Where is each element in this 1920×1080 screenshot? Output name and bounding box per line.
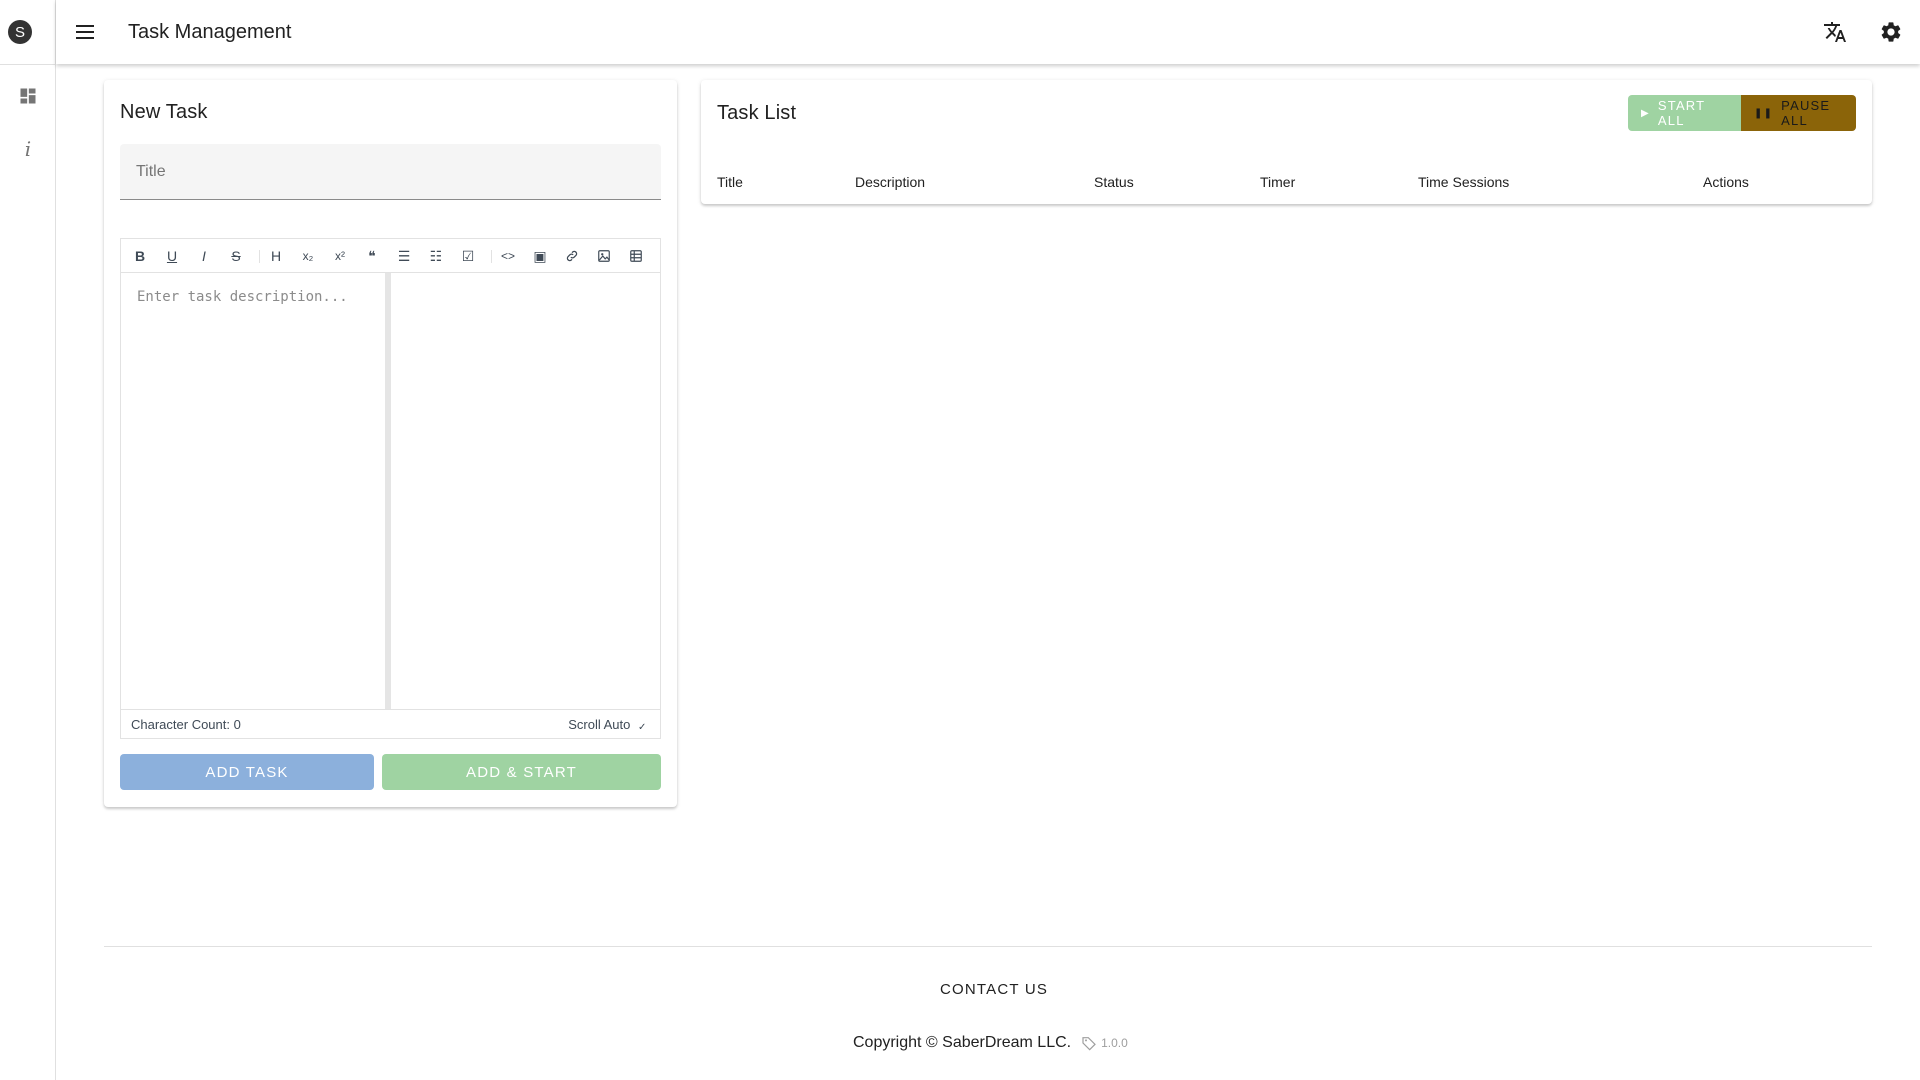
italic-icon[interactable]: I [195,247,213,265]
column-header-timer[interactable]: Timer [1260,174,1295,190]
footer-divider [104,946,1872,947]
character-count-value: 0 [233,717,241,732]
strikethrough-glyph: S [231,248,241,264]
check-icon: ✓ [638,722,647,733]
unordered-list-glyph: ☰ [397,247,411,264]
underline-glyph: U [166,248,178,264]
editor-preview [391,273,660,709]
task-list-glyph: ☑ [461,247,475,264]
strikethrough-icon[interactable]: S [227,247,245,265]
page-title: Task Management [128,21,292,43]
ordered-list-glyph: ☷ [429,247,443,264]
bold-glyph: B [134,248,146,264]
code-glyph: <> [500,249,515,263]
italic-glyph: I [202,248,206,264]
side-rail: S i [0,0,56,1080]
task-list-icon[interactable]: ☑ [459,247,477,265]
superscript-glyph: x² [335,249,345,263]
editor-toolbar: B U I S H x₂ x² ❝ ☰ ☷ ☑ <> ▣ [121,239,660,273]
app-logo[interactable]: S [8,20,32,44]
underline-icon[interactable]: U [163,247,181,265]
info-glyph: i [24,137,32,161]
info-icon[interactable]: i [16,137,40,161]
code-icon[interactable]: <> [499,247,517,265]
column-header-title[interactable]: Title [717,174,743,190]
table-icon[interactable] [627,247,645,265]
column-header-status[interactable]: Status [1094,174,1134,190]
quote-icon[interactable]: ❝ [363,247,381,265]
ordered-list-icon[interactable]: ☷ [427,247,445,265]
scroll-auto-label: Scroll Auto [568,717,631,732]
new-task-card: New Task B U I S H x₂ x² ❝ ☰ ☷ ☑ <> ▣ [104,80,677,807]
app-bar: Task Management [56,0,1920,64]
unordered-list-icon[interactable]: ☰ [395,247,413,265]
task-list-card: Task List ▶ Start All ❚❚ Pause All Title… [701,80,1872,204]
pause-all-button[interactable]: ❚❚ Pause All [1741,95,1856,131]
character-count-label: Character Count: [131,717,230,732]
scroll-auto-toggle[interactable]: Scroll Auto ✓ [568,717,650,734]
code-block-icon[interactable]: ▣ [531,247,549,265]
tag-icon [1082,1037,1096,1051]
title-input[interactable] [120,144,661,199]
link-icon[interactable] [563,247,581,265]
quote-glyph: ❝ [368,247,376,264]
settings-icon[interactable] [1878,19,1904,45]
bulk-actions: ▶ Start All ❚❚ Pause All [1628,95,1856,131]
new-task-heading: New Task [120,101,208,123]
toolbar-separator [491,250,492,263]
start-all-button[interactable]: ▶ Start All [1628,95,1741,131]
menu-icon[interactable] [73,20,97,44]
bold-icon[interactable]: B [131,247,149,265]
heading-icon[interactable]: H [267,247,285,265]
pause-all-label: Pause All [1781,98,1831,128]
translate-icon[interactable] [1822,19,1848,45]
version-tag: 1.0.0 [1081,1035,1128,1051]
column-header-actions: Actions [1703,174,1749,190]
markdown-editor: B U I S H x₂ x² ❝ ☰ ☷ ☑ <> ▣ Enter task … [120,238,661,739]
rail-divider [0,64,56,65]
image-icon[interactable] [595,247,613,265]
table-header: Title Description Status Timer Time Sess… [701,174,1872,204]
character-count: Character Count: 0 [131,717,241,732]
task-list-heading: Task List [717,102,797,124]
heading-glyph: H [270,248,282,264]
add-and-start-button[interactable]: Add & Start [382,754,661,790]
logo-letter: S [14,23,25,41]
description-input[interactable] [121,273,385,709]
title-field[interactable] [120,144,661,200]
version-number: 1.0.0 [1101,1036,1128,1050]
toolbar-separator [259,250,260,263]
dashboard-icon[interactable] [16,84,40,108]
start-all-label: Start All [1657,98,1706,128]
editor-footer: Character Count: 0 Scroll Auto ✓ [121,709,660,738]
copyright-text: Copyright © SaberDream LLC. [853,1034,1072,1051]
column-header-time-sessions[interactable]: Time Sessions [1418,174,1509,190]
subscript-glyph: x₂ [302,249,314,263]
code-block-glyph: ▣ [533,247,547,264]
subscript-icon[interactable]: x₂ [299,247,317,265]
copyright: Copyright © SaberDream LLC. 1.0.0 [853,1034,1128,1052]
pause-icon: ❚❚ [1754,107,1774,119]
contact-us-link[interactable]: Contact Us [940,981,1048,998]
add-task-button[interactable]: Add Task [120,754,374,790]
column-header-description[interactable]: Description [855,174,925,190]
play-icon: ▶ [1641,107,1650,119]
superscript-icon[interactable]: x² [331,247,349,265]
